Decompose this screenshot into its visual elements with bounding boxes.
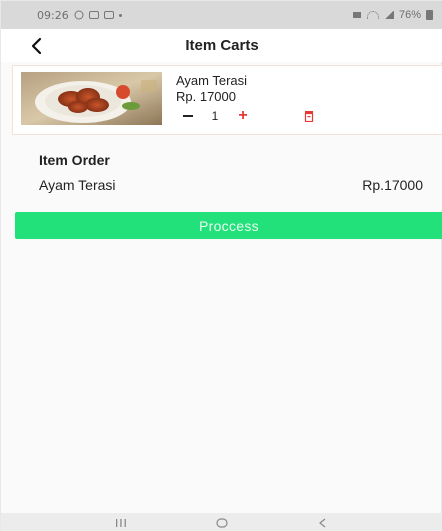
phone-screen: 09:26 76% Item Carts Ayam Terasi Rp. 170…: [0, 0, 442, 531]
plus-icon: +: [238, 107, 248, 124]
signal-icon: [383, 11, 394, 19]
order-item-name: Ayam Terasi: [39, 177, 116, 193]
dot-icon: [118, 13, 122, 17]
recent-apps-icon[interactable]: [113, 517, 129, 529]
order-summary: Item Order Ayam Terasi Rp.17000: [1, 135, 442, 210]
cart-item-price: Rp. 17000: [176, 89, 236, 104]
screen-icon: [103, 11, 114, 19]
process-button[interactable]: Proccess: [15, 212, 442, 239]
gallery-icon: [88, 11, 99, 19]
home-icon[interactable]: [214, 517, 230, 529]
app-bar: Item Carts: [1, 29, 442, 62]
food-illustration: [21, 72, 162, 125]
quantity-value: 1: [211, 109, 219, 123]
order-heading: Item Order: [39, 152, 110, 168]
battery-percent: 76%: [398, 9, 421, 21]
food-plate-image: [21, 72, 162, 125]
decrease-quantity-button[interactable]: [182, 108, 194, 124]
increase-quantity-button[interactable]: +: [236, 108, 250, 124]
order-item-price: Rp.17000: [362, 177, 423, 193]
quantity-stepper: 1 +: [182, 108, 250, 124]
back-icon[interactable]: [315, 517, 331, 529]
cart-item-name: Ayam Terasi: [176, 73, 248, 88]
wifi-icon: [366, 11, 379, 19]
status-time: 09:26: [37, 8, 69, 22]
page-title: Item Carts: [185, 37, 259, 54]
alarm-icon: [352, 12, 361, 18]
cart-item: Ayam Terasi Rp. 17000 1 +: [12, 65, 442, 135]
status-bar: 09:26 76%: [1, 1, 442, 29]
battery-icon: [426, 10, 433, 20]
trash-icon[interactable]: [304, 111, 314, 122]
status-right: 76%: [352, 9, 433, 21]
chevron-left-icon[interactable]: [27, 36, 47, 56]
system-nav-bar: [1, 513, 442, 531]
minus-icon: [183, 115, 193, 117]
whatsapp-icon: [74, 10, 84, 20]
status-left: 09:26: [37, 9, 122, 22]
